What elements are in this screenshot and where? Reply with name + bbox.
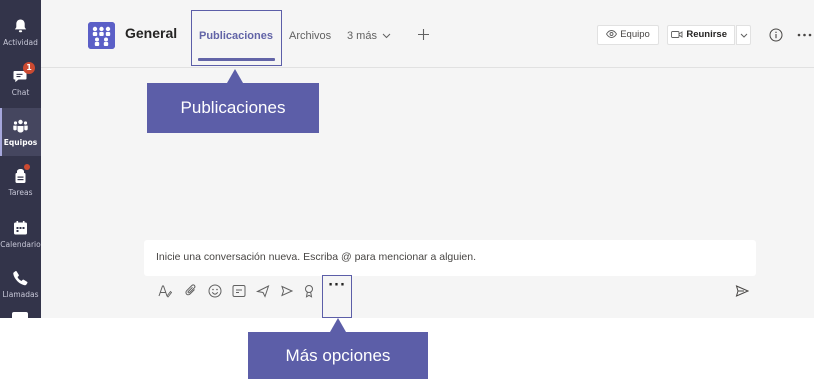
message-composer bbox=[144, 240, 756, 276]
team-button-label: Equipo bbox=[620, 29, 650, 40]
gif-icon[interactable] bbox=[232, 284, 246, 298]
add-tab-icon[interactable] bbox=[417, 28, 430, 41]
phone-icon bbox=[13, 271, 28, 286]
tab-archivos[interactable]: Archivos bbox=[289, 30, 331, 42]
format-icon[interactable] bbox=[158, 284, 172, 298]
sticker-icon[interactable] bbox=[256, 284, 270, 298]
video-camera-icon bbox=[671, 31, 683, 38]
callout-publicaciones: Publicaciones bbox=[147, 83, 319, 133]
chevron-down-icon bbox=[382, 33, 391, 39]
callout-more-options: Más opciones bbox=[248, 332, 428, 379]
rail-item-tasks[interactable]: Tareas bbox=[0, 158, 41, 206]
tab-more-label: 3 más bbox=[347, 30, 377, 42]
rail-item-calendar[interactable]: Calendario bbox=[0, 210, 41, 258]
bell-icon bbox=[14, 19, 27, 33]
tasks-icon bbox=[15, 169, 26, 183]
channel-header: General Publicaciones Archivos 3 más Equ… bbox=[41, 0, 814, 68]
team-button[interactable]: Equipo bbox=[597, 25, 659, 45]
channel-view: General Publicaciones Archivos 3 más Equ… bbox=[41, 0, 814, 318]
team-avatar bbox=[88, 22, 115, 49]
app-rail: Actividad 1 Chat Equipos Tareas Calendar… bbox=[0, 0, 41, 318]
more-options-icon[interactable] bbox=[797, 33, 812, 37]
chevron-down-icon bbox=[740, 33, 748, 38]
eye-icon bbox=[606, 30, 618, 39]
calendar-icon bbox=[14, 221, 27, 235]
tab-more[interactable]: 3 más bbox=[347, 30, 391, 42]
rail-item-label: Actividad bbox=[3, 38, 38, 47]
attach-icon[interactable] bbox=[184, 284, 198, 298]
rail-item-chat[interactable]: 1 Chat bbox=[0, 58, 41, 106]
rail-item-label: Calendario bbox=[0, 240, 41, 249]
teams-icon bbox=[13, 119, 28, 133]
apps-icon bbox=[12, 312, 28, 318]
info-icon[interactable] bbox=[769, 28, 783, 42]
rail-item-label: Tareas bbox=[8, 188, 33, 197]
message-input[interactable] bbox=[156, 251, 746, 263]
tab-highlight-box bbox=[191, 10, 282, 66]
rail-item-label: Chat bbox=[11, 88, 30, 97]
praise-icon[interactable] bbox=[302, 284, 316, 298]
emoji-icon[interactable] bbox=[208, 284, 222, 298]
meet-options-button[interactable] bbox=[736, 25, 751, 45]
meet-button-label: Reunirse bbox=[686, 29, 727, 40]
channel-title: General bbox=[125, 25, 178, 41]
rail-item-label: Llamadas bbox=[2, 290, 39, 299]
tasks-notification-dot bbox=[24, 164, 30, 170]
send-icon[interactable] bbox=[735, 284, 749, 298]
meet-now-icon[interactable] bbox=[280, 284, 294, 298]
rail-item-label: Equipos bbox=[3, 138, 38, 147]
more-options-highlight bbox=[322, 275, 352, 318]
callout-arrow bbox=[227, 69, 243, 83]
chat-unread-badge: 1 bbox=[23, 62, 35, 74]
rail-item-teams[interactable]: Equipos bbox=[0, 108, 41, 156]
meet-button[interactable]: Reunirse bbox=[667, 25, 735, 45]
rail-item-activity[interactable]: Actividad bbox=[0, 8, 41, 56]
rail-item-calls[interactable]: Llamadas bbox=[0, 260, 41, 308]
callout-arrow bbox=[330, 318, 346, 332]
